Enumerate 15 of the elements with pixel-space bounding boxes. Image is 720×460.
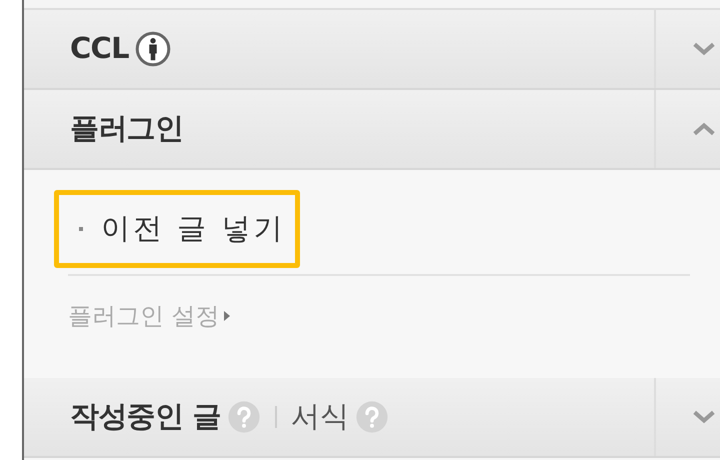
section-header[interactable]: CCL	[24, 10, 720, 90]
chevron-down-icon	[692, 410, 716, 424]
tab-label[interactable]: 서식	[290, 395, 349, 439]
chevron-down-icon	[692, 42, 716, 56]
section-header[interactable]: 플러그인	[24, 90, 720, 170]
plugin-item[interactable]: 이전 글 넣기	[54, 190, 300, 268]
help-icon[interactable]	[354, 400, 389, 434]
help-icon[interactable]	[226, 400, 261, 434]
section-title: CCL	[70, 30, 129, 68]
section-title: 플러그인	[70, 110, 184, 148]
section-title: 작성중인 글	[70, 398, 221, 436]
person-info-icon	[134, 31, 171, 67]
chevron-up-icon	[692, 122, 716, 136]
section-header[interactable]: 작성중인 글 서식	[24, 378, 720, 458]
caret-icon	[224, 311, 230, 321]
